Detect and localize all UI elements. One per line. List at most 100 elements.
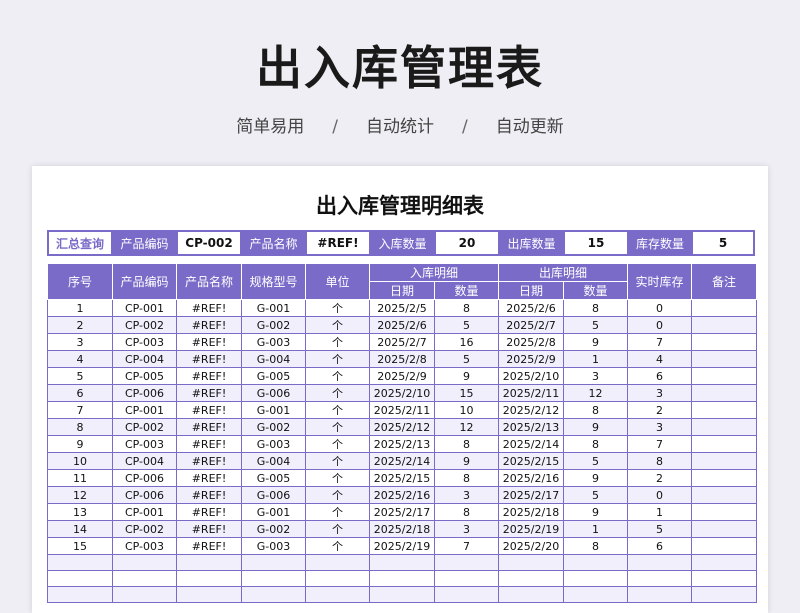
cell-unit[interactable]: 个 — [305, 486, 370, 504]
cell-in-qty[interactable] — [434, 554, 499, 571]
cell-note[interactable] — [691, 520, 757, 538]
cell-unit[interactable]: 个 — [305, 520, 370, 538]
cell-in-qty[interactable] — [434, 570, 499, 587]
cell-spec[interactable]: G-001 — [241, 503, 306, 521]
cell-note[interactable] — [691, 537, 757, 555]
cell-out-qty[interactable] — [563, 554, 628, 571]
cell-name[interactable]: #REF! — [176, 350, 242, 368]
cell-seq[interactable]: 11 — [47, 469, 113, 487]
cell-out-date[interactable]: 2025/2/10 — [498, 367, 564, 385]
cell-name[interactable]: #REF! — [176, 537, 242, 555]
cell-note[interactable] — [691, 503, 757, 521]
cell-out-date[interactable]: 2025/2/15 — [498, 452, 564, 470]
cell-unit[interactable]: 个 — [305, 384, 370, 402]
cell-name[interactable]: #REF! — [176, 486, 242, 504]
cell-note[interactable] — [691, 452, 757, 470]
cell-spec[interactable]: G-005 — [241, 367, 306, 385]
cell-unit[interactable] — [305, 586, 370, 603]
cell-out-qty[interactable]: 9 — [563, 469, 628, 487]
cell-in-date[interactable]: 2025/2/11 — [369, 401, 435, 419]
cell-spec[interactable] — [241, 570, 306, 587]
cell-unit[interactable]: 个 — [305, 469, 370, 487]
cell-out-qty[interactable]: 5 — [563, 452, 628, 470]
cell-in-qty[interactable]: 9 — [434, 452, 499, 470]
cell-stock[interactable]: 7 — [627, 435, 692, 453]
cell-in-qty[interactable]: 5 — [434, 350, 499, 368]
cell-in-qty[interactable]: 8 — [434, 503, 499, 521]
cell-code[interactable]: CP-006 — [112, 486, 177, 504]
cell-code[interactable]: CP-006 — [112, 384, 177, 402]
cell-in-date[interactable]: 2025/2/17 — [369, 503, 435, 521]
cell-out-date[interactable] — [498, 586, 564, 603]
cell-out-qty[interactable]: 5 — [563, 486, 628, 504]
cell-stock[interactable]: 4 — [627, 350, 692, 368]
cell-spec[interactable]: G-001 — [241, 299, 306, 317]
cell-in-date[interactable]: 2025/2/18 — [369, 520, 435, 538]
cell-stock[interactable]: 1 — [627, 503, 692, 521]
cell-code[interactable]: CP-001 — [112, 299, 177, 317]
cell-spec[interactable]: G-006 — [241, 384, 306, 402]
cell-name[interactable] — [176, 554, 242, 571]
cell-unit[interactable]: 个 — [305, 401, 370, 419]
cell-out-date[interactable]: 2025/2/19 — [498, 520, 564, 538]
cell-seq[interactable]: 13 — [47, 503, 113, 521]
cell-out-date[interactable]: 2025/2/16 — [498, 469, 564, 487]
cell-in-qty[interactable]: 7 — [434, 537, 499, 555]
cell-in-qty[interactable]: 10 — [434, 401, 499, 419]
cell-in-date[interactable]: 2025/2/16 — [369, 486, 435, 504]
cell-stock[interactable] — [627, 586, 692, 603]
cell-in-date[interactable]: 2025/2/19 — [369, 537, 435, 555]
cell-unit[interactable] — [305, 570, 370, 587]
cell-spec[interactable]: G-001 — [241, 401, 306, 419]
cell-note[interactable] — [691, 570, 757, 587]
cell-code[interactable]: CP-003 — [112, 537, 177, 555]
cell-note[interactable] — [691, 586, 757, 603]
cell-in-qty[interactable]: 16 — [434, 333, 499, 351]
cell-unit[interactable] — [305, 554, 370, 571]
cell-note[interactable] — [691, 316, 757, 334]
cell-code[interactable]: CP-003 — [112, 333, 177, 351]
cell-in-date[interactable] — [369, 554, 435, 571]
cell-stock[interactable]: 0 — [627, 486, 692, 504]
cell-in-date[interactable]: 2025/2/5 — [369, 299, 435, 317]
cell-unit[interactable]: 个 — [305, 367, 370, 385]
cell-in-date[interactable]: 2025/2/6 — [369, 316, 435, 334]
cell-spec[interactable]: G-003 — [241, 435, 306, 453]
cell-code[interactable]: CP-002 — [112, 418, 177, 436]
cell-note[interactable] — [691, 350, 757, 368]
cell-unit[interactable]: 个 — [305, 435, 370, 453]
cell-seq[interactable]: 1 — [47, 299, 113, 317]
cell-note[interactable] — [691, 299, 757, 317]
cell-in-date[interactable]: 2025/2/14 — [369, 452, 435, 470]
cell-out-date[interactable] — [498, 554, 564, 571]
cell-code[interactable]: CP-001 — [112, 503, 177, 521]
cell-note[interactable] — [691, 367, 757, 385]
cell-unit[interactable]: 个 — [305, 503, 370, 521]
cell-in-date[interactable]: 2025/2/10 — [369, 384, 435, 402]
cell-out-qty[interactable] — [563, 586, 628, 603]
cell-out-date[interactable]: 2025/2/12 — [498, 401, 564, 419]
cell-code[interactable]: CP-002 — [112, 316, 177, 334]
cell-seq[interactable]: 14 — [47, 520, 113, 538]
cell-name[interactable]: #REF! — [176, 299, 242, 317]
cell-name[interactable]: #REF! — [176, 367, 242, 385]
cell-name[interactable] — [176, 586, 242, 603]
cell-seq[interactable]: 3 — [47, 333, 113, 351]
cell-stock[interactable]: 3 — [627, 418, 692, 436]
cell-seq[interactable]: 2 — [47, 316, 113, 334]
cell-out-qty[interactable] — [563, 570, 628, 587]
cell-in-qty[interactable]: 15 — [434, 384, 499, 402]
cell-out-date[interactable]: 2025/2/14 — [498, 435, 564, 453]
cell-in-qty[interactable]: 5 — [434, 316, 499, 334]
cell-note[interactable] — [691, 333, 757, 351]
cell-stock[interactable] — [627, 570, 692, 587]
cell-in-date[interactable] — [369, 586, 435, 603]
cell-code[interactable]: CP-004 — [112, 452, 177, 470]
cell-unit[interactable]: 个 — [305, 418, 370, 436]
cell-seq[interactable]: 10 — [47, 452, 113, 470]
cell-name[interactable]: #REF! — [176, 418, 242, 436]
cell-out-qty[interactable]: 5 — [563, 316, 628, 334]
cell-out-date[interactable]: 2025/2/18 — [498, 503, 564, 521]
cell-unit[interactable]: 个 — [305, 316, 370, 334]
cell-note[interactable] — [691, 418, 757, 436]
